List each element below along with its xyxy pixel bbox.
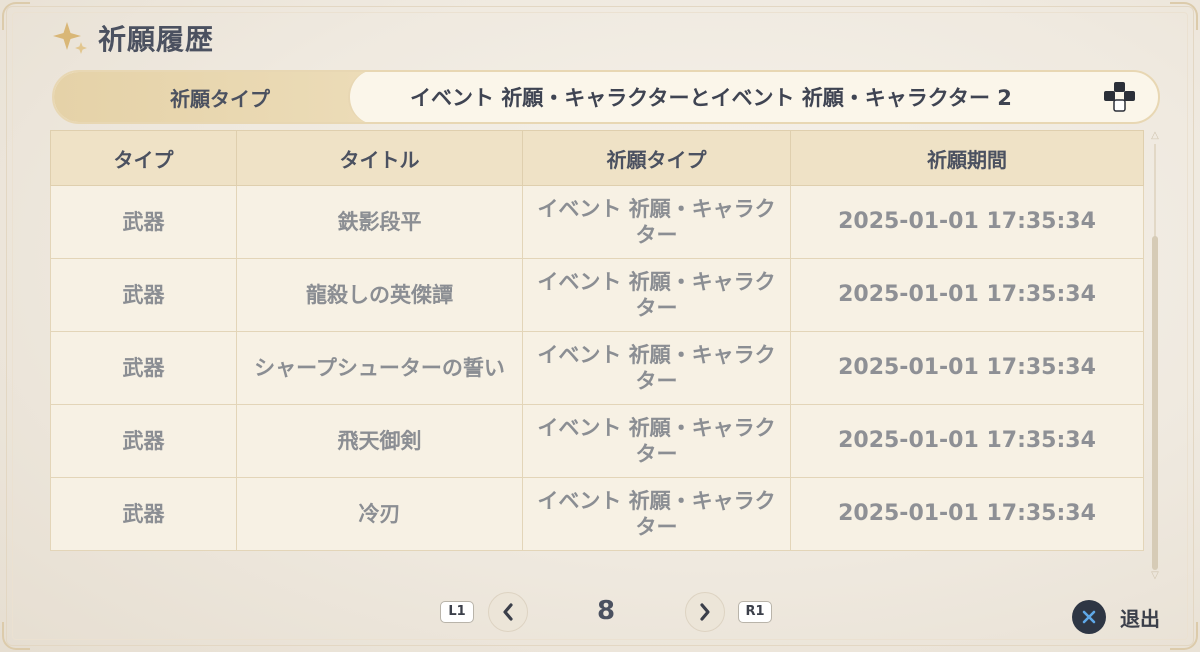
cell-period: 2025-01-01 17:35:34: [790, 331, 1144, 405]
cell-title: 飛天御剣: [236, 404, 523, 478]
wish-type-selector[interactable]: 祈願タイプ イベント 祈願・キャラクターとイベント 祈願・キャラクター 2: [52, 70, 1160, 124]
exit-button[interactable]: 退出: [1072, 598, 1160, 636]
cell-wish-type: イベント 祈願・キャラクター: [522, 404, 791, 478]
table-row: 武器 龍殺しの英傑譚 イベント 祈願・キャラクター 2025-01-01 17:…: [50, 258, 1144, 332]
column-header-wish-type: 祈願タイプ: [522, 130, 791, 186]
cell-type: 武器: [50, 185, 237, 259]
column-header-period: 祈願期間: [790, 130, 1144, 186]
chevron-right-icon: [700, 603, 710, 621]
cell-period: 2025-01-01 17:35:34: [790, 477, 1144, 551]
dpad-icon[interactable]: [1100, 77, 1140, 117]
cell-wish-type: イベント 祈願・キャラクター: [522, 477, 791, 551]
r1-key-badge: R1: [738, 601, 772, 623]
wish-history-table-container: タイプ タイトル 祈願タイプ 祈願期間 武器 鉄影段平 イベント 祈願・キャラク…: [50, 130, 1144, 558]
pagination: L1 8 R1: [440, 592, 780, 634]
cell-type: 武器: [50, 258, 237, 332]
wish-history-table: タイプ タイトル 祈願タイプ 祈願期間 武器 鉄影段平 イベント 祈願・キャラク…: [50, 130, 1144, 551]
cell-wish-type: イベント 祈願・キャラクター: [522, 185, 791, 259]
table-header-row: タイプ タイトル 祈願タイプ 祈願期間: [50, 130, 1144, 186]
cell-wish-type: イベント 祈願・キャラクター: [522, 258, 791, 332]
scroll-down-icon: ▽: [1151, 570, 1159, 581]
chevron-left-icon: [503, 603, 513, 621]
page-number: 8: [596, 596, 616, 626]
page-header: 祈願履歴: [50, 16, 214, 60]
cell-period: 2025-01-01 17:35:34: [790, 258, 1144, 332]
cross-button-icon: [1072, 600, 1106, 634]
scrollbar-thumb[interactable]: [1152, 236, 1158, 570]
cell-wish-type: イベント 祈願・キャラクター: [522, 331, 791, 405]
frame-corner-ornament: [2, 2, 30, 30]
prev-page-button[interactable]: [488, 592, 528, 632]
cell-period: 2025-01-01 17:35:34: [790, 185, 1144, 259]
cell-title: 鉄影段平: [236, 185, 523, 259]
cell-period: 2025-01-01 17:35:34: [790, 404, 1144, 478]
wish-type-label-box: 祈願タイプ: [54, 72, 402, 122]
frame-corner-ornament: [2, 622, 30, 650]
wish-type-label: 祈願タイプ: [170, 86, 270, 111]
table-row: 武器 冷刃 イベント 祈願・キャラクター 2025-01-01 17:35:34: [50, 477, 1144, 551]
table-row: 武器 シャープシューターの誓い イベント 祈願・キャラクター 2025-01-0…: [50, 331, 1144, 405]
scroll-up-icon: △: [1151, 130, 1159, 141]
wish-type-value[interactable]: イベント 祈願・キャラクターとイベント 祈願・キャラクター 2: [376, 82, 1100, 112]
next-page-button[interactable]: [685, 592, 725, 632]
cell-type: 武器: [50, 477, 237, 551]
cell-title: 冷刃: [236, 477, 523, 551]
sparkle-icon: [53, 22, 87, 54]
table-scrollbar[interactable]: △ ▽: [1151, 131, 1159, 581]
frame-corner-ornament: [1170, 622, 1198, 650]
cell-title: 龍殺しの英傑譚: [236, 258, 523, 332]
column-header-title: タイトル: [236, 130, 523, 186]
l1-key-badge: L1: [440, 601, 474, 623]
page-title: 祈願履歴: [98, 23, 215, 56]
cell-title: シャープシューターの誓い: [236, 331, 523, 405]
column-header-type: タイプ: [50, 130, 237, 186]
frame-corner-ornament: [1170, 2, 1198, 30]
table-row: 武器 飛天御剣 イベント 祈願・キャラクター 2025-01-01 17:35:…: [50, 404, 1144, 478]
table-row: 武器 鉄影段平 イベント 祈願・キャラクター 2025-01-01 17:35:…: [50, 185, 1144, 259]
cell-type: 武器: [50, 331, 237, 405]
cell-type: 武器: [50, 404, 237, 478]
exit-label: 退出: [1120, 606, 1160, 631]
